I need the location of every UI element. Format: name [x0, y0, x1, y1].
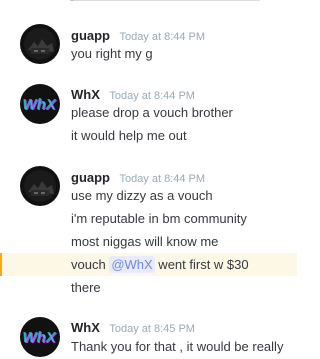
- divider: [70, 0, 260, 4]
- guapp-avatar-icon[interactable]: [20, 24, 60, 64]
- username[interactable]: guapp: [71, 170, 110, 185]
- message-text: there: [71, 280, 101, 295]
- message-text: most niggas will know me: [71, 234, 219, 249]
- username[interactable]: guapp: [71, 28, 110, 43]
- message-text: went first w $30: [154, 257, 249, 272]
- whx-avatar-icon[interactable]: WhX WhX: [20, 317, 60, 357]
- user-mention[interactable]: @WhX: [109, 256, 155, 273]
- username[interactable]: WhX: [71, 320, 100, 335]
- guapp-avatar-icon[interactable]: [20, 166, 60, 206]
- timestamp: Today at 8:45 PM: [109, 323, 195, 335]
- message-header: guapp Today at 8:44 PM: [71, 169, 205, 187]
- message-text: you right my g: [71, 46, 153, 61]
- message-text: please drop a vouch brother: [71, 105, 233, 120]
- message-header: guapp Today at 8:44 PM: [71, 27, 205, 45]
- message-text-highlighted: vouch @WhX went first w $30: [71, 256, 249, 273]
- message-text: it would help me out: [71, 128, 187, 143]
- chat-messages: guapp Today at 8:44 PM you right my g Wh…: [0, 0, 297, 359]
- timestamp: Today at 8:44 PM: [119, 31, 206, 43]
- message-header: WhX Today at 8:45 PM: [71, 319, 195, 337]
- svg-text:WhX: WhX: [22, 329, 56, 346]
- message-header: WhX Today at 8:44 PM: [71, 86, 195, 104]
- whx-avatar-icon[interactable]: WhX WhX: [20, 84, 60, 124]
- message-text: use my dizzy as a vouch: [71, 188, 213, 203]
- message-text: vouch: [71, 257, 110, 272]
- username[interactable]: WhX: [71, 87, 100, 102]
- svg-text:WhX: WhX: [22, 96, 56, 113]
- message-text: i'm reputable in bm community: [71, 211, 247, 226]
- message-text: Thank you for that , it would be really: [71, 339, 284, 354]
- timestamp: Today at 8:44 PM: [109, 90, 195, 102]
- timestamp: Today at 8:44 PM: [119, 173, 206, 185]
